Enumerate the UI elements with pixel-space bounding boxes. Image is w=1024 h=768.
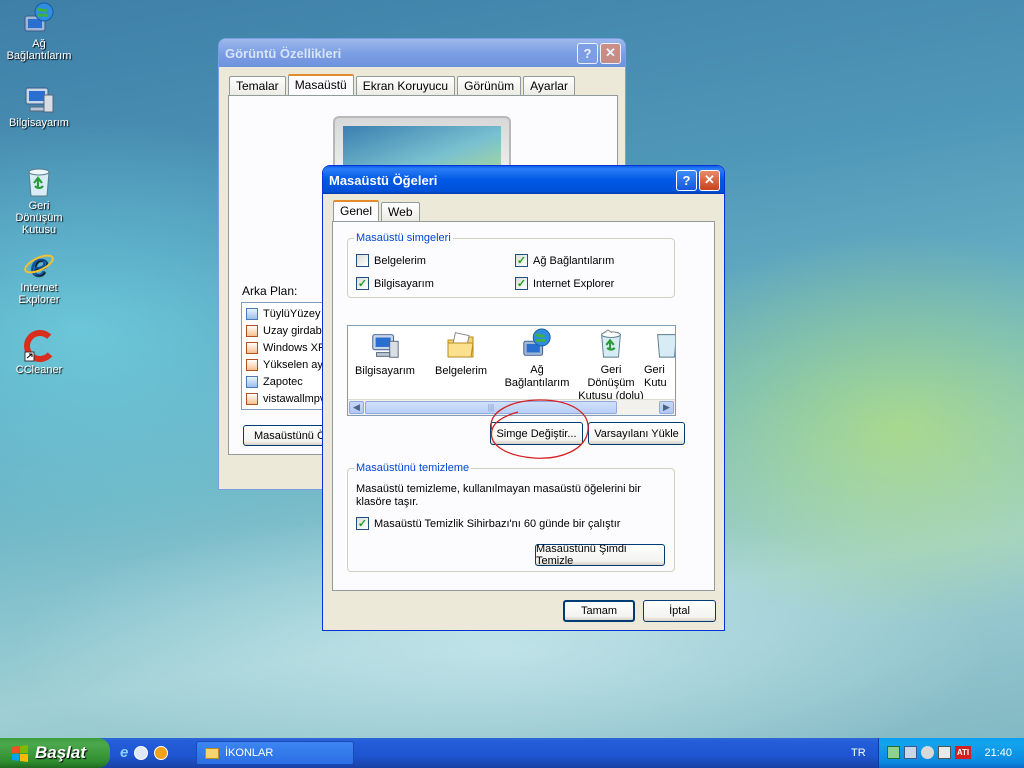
desktop-icon-ie[interactable]: e Internet Explorer: [4, 248, 74, 306]
list-item-computer[interactable]: Bilgisayarım: [350, 331, 420, 378]
computer-icon: [25, 87, 54, 113]
scroll-right-button[interactable]: ▶: [659, 401, 674, 414]
image-file-icon: [246, 341, 258, 354]
network-tray-icon[interactable]: [887, 746, 900, 759]
image-file-icon: [246, 358, 258, 371]
windows-logo-icon: [12, 745, 28, 762]
computer-icon: [372, 334, 399, 358]
group-label: Masaüstü simgeleri: [354, 232, 453, 244]
desktop-icons-group: Masaüstü simgeleri Belgelerim ✓ Ağ Bağlan…: [347, 232, 675, 298]
ccleaner-icon: [24, 330, 55, 362]
taskbar: Başlat e İKONLAR TR ATI 21:40: [0, 738, 1024, 768]
cancel-button[interactable]: İptal: [643, 600, 716, 622]
tab-themes[interactable]: Temalar: [229, 76, 286, 95]
help-button[interactable]: ?: [577, 42, 598, 64]
tab-general[interactable]: Genel: [333, 200, 380, 221]
desktop-icon-computer[interactable]: Bilgisayarım: [4, 85, 74, 129]
desktop-icon-label: Internet Explorer: [18, 282, 60, 306]
svg-text:e: e: [30, 248, 48, 280]
display-properties-titlebar[interactable]: Görüntü Özellikleri ? ✕: [219, 39, 625, 67]
checkbox-cleanup-wizard[interactable]: ✓ Masaüstü Temizlik Sihirbazı'nı 60 günde…: [356, 517, 620, 530]
tab-web[interactable]: Web: [381, 202, 420, 221]
window-title: Masaüstü Öğeleri: [329, 172, 438, 188]
volume-tray-icon[interactable]: [921, 746, 934, 759]
image-file-icon: [246, 375, 258, 388]
checkmark-icon: ✓: [515, 277, 528, 290]
system-tray: ATI 21:40: [878, 738, 1024, 768]
help-button[interactable]: ?: [676, 169, 697, 191]
language-indicator[interactable]: TR: [851, 747, 866, 759]
background-label: Arka Plan:: [242, 284, 298, 298]
tab-settings[interactable]: Ayarlar: [523, 76, 575, 95]
cleanup-description: Masaüstü temizleme, kullanılmayan masaüs…: [356, 483, 641, 508]
annotation-circle: [490, 399, 589, 459]
desktop-icon-label: Geri Dönüşüm Kutusu: [15, 200, 63, 236]
folder-icon: [447, 332, 474, 358]
checkmark-icon: ✓: [356, 277, 369, 290]
start-label: Başlat: [35, 743, 87, 762]
recycle-bin-icon: [28, 168, 50, 197]
desktop-items-titlebar[interactable]: Masaüstü Öğeleri ? ✕: [323, 166, 724, 194]
close-button[interactable]: ✕: [600, 42, 621, 64]
tab-appearance[interactable]: Görünüm: [457, 76, 522, 95]
ie-icon[interactable]: e: [120, 744, 128, 761]
media-player-icon[interactable]: [154, 746, 169, 760]
desktop-icon-label: CCleaner: [15, 364, 63, 376]
list-item-network[interactable]: Ağ Bağlantılarım: [502, 328, 572, 390]
network-globe-icon: [24, 2, 54, 32]
checkbox-my-network[interactable]: ✓ Ağ Bağlantılarım: [515, 254, 614, 267]
checkbox-my-computer[interactable]: ✓ Bilgisayarım: [356, 277, 434, 290]
image-file-icon: [246, 307, 258, 320]
clean-desktop-now-button[interactable]: Masaüstünü Şimdi Temizle: [535, 543, 665, 567]
folder-icon: [205, 747, 219, 759]
desktop-icon-network[interactable]: Ağ Bağlantılarım: [4, 2, 74, 62]
image-file-icon: [246, 392, 258, 405]
ati-tray-icon[interactable]: ATI: [955, 746, 971, 759]
outlook-icon[interactable]: [134, 746, 149, 760]
network-globe-icon: [523, 328, 551, 356]
ok-button[interactable]: Tamam: [563, 600, 635, 622]
list-item-recycle-full[interactable]: Geri Dönüşüm Kutusu (dolu): [576, 328, 646, 403]
close-button[interactable]: ✕: [699, 169, 720, 191]
scroll-left-button[interactable]: ◀: [349, 401, 364, 414]
desktop-icon-ccleaner[interactable]: CCleaner: [4, 330, 74, 376]
taskbar-task-ikonlar[interactable]: İKONLAR: [196, 741, 354, 765]
clock[interactable]: 21:40: [984, 747, 1012, 759]
recycle-bin-empty-icon: [657, 334, 675, 358]
list-item-documents[interactable]: Belgelerim: [426, 331, 496, 378]
list-item-recycle-empty[interactable]: Geri Kutu: [644, 328, 675, 390]
checkmark-icon: ✓: [356, 517, 369, 530]
start-button[interactable]: Başlat: [0, 738, 110, 768]
image-file-icon: [246, 324, 258, 337]
desktop-icon-label: Ağ Bağlantılarım: [6, 38, 72, 62]
quick-launch: e: [120, 744, 169, 761]
checkbox-box: [356, 254, 369, 267]
monitor-tray-icon[interactable]: [904, 746, 917, 759]
usb-tray-icon[interactable]: [938, 746, 951, 759]
checkmark-icon: ✓: [515, 254, 528, 267]
checkbox-internet-explorer[interactable]: ✓ Internet Explorer: [515, 277, 614, 290]
group-label: Masaüstünü temizleme: [354, 462, 472, 474]
tab-screensaver[interactable]: Ekran Koruyucu: [355, 76, 456, 95]
desktop-icon-label: Bilgisayarım: [9, 117, 69, 129]
recycle-bin-full-icon: [601, 329, 621, 358]
checkbox-my-documents[interactable]: Belgelerim: [356, 254, 426, 267]
desktop-cleanup-group: Masaüstünü temizleme Masaüstü temizleme,…: [347, 462, 675, 572]
tab-desktop[interactable]: Masaüstü: [287, 74, 354, 95]
window-title: Görüntü Özellikleri: [225, 45, 342, 61]
desktop-icon-recycle-bin[interactable]: Geri Dönüşüm Kutusu: [4, 166, 74, 236]
ie-icon: e: [24, 248, 54, 280]
